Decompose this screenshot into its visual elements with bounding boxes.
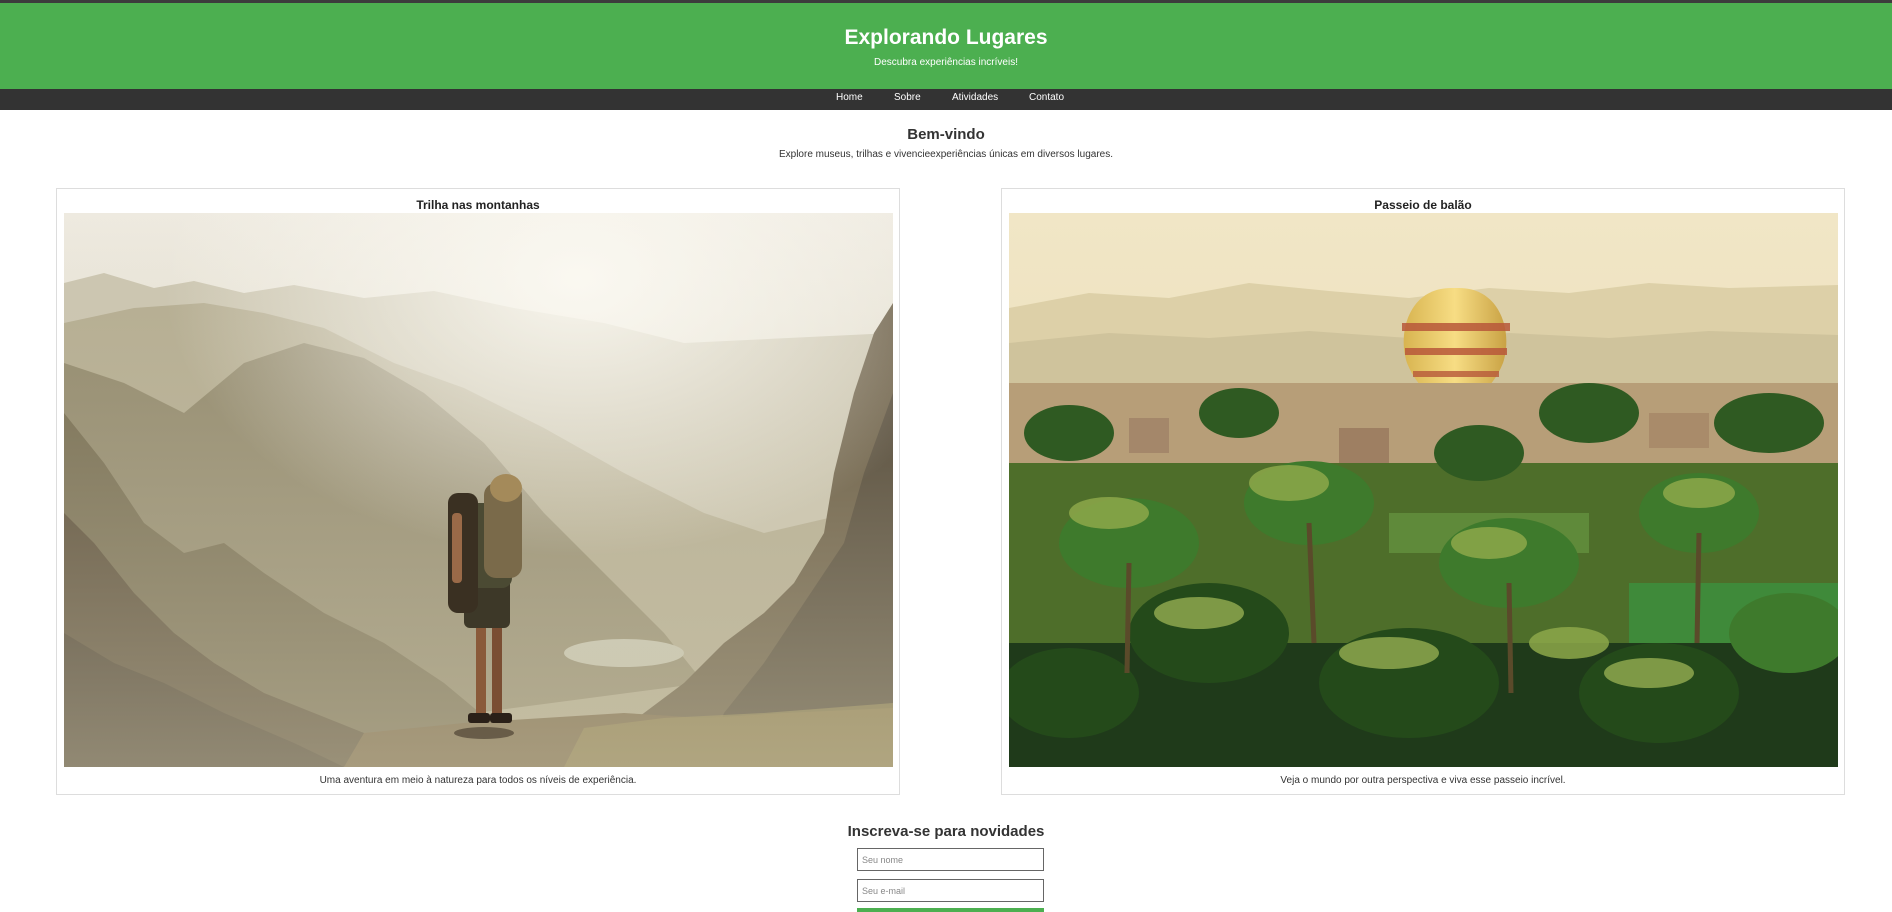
card-description: Veja o mundo por outra perspectiva e viv… (1280, 775, 1566, 786)
main-nav: Home Sobre Atividades Contato (0, 89, 1892, 110)
welcome-text: Explore museus, trilhas e vivencieexperi… (778, 149, 1114, 160)
site-subtitle: Descubra experiências incríveis! (874, 57, 1018, 68)
activity-card-trilha: Trilha nas montanhas Uma aventura em mei… (56, 188, 900, 795)
nav-link-contato[interactable]: Contato (1029, 91, 1064, 105)
subscribe-button[interactable] (857, 908, 1044, 912)
welcome-title: Bem-vindo (907, 126, 985, 143)
nav-link-home[interactable]: Home (836, 91, 863, 105)
name-input[interactable] (857, 848, 1044, 871)
nav-link-sobre[interactable]: Sobre (894, 91, 921, 105)
hiker-in-mountains-photo (64, 213, 893, 767)
card-title: Trilha nas montanhas (416, 198, 540, 212)
card-title: Passeio de balão (1374, 198, 1472, 212)
site-header: Explorando Lugares Descubra experiências… (0, 3, 1892, 89)
site-title: Explorando Lugares (844, 26, 1048, 49)
card-description: Uma aventura em meio à natureza para tod… (319, 775, 637, 786)
newsletter-title: Inscreva-se para novidades (847, 823, 1045, 840)
email-input[interactable] (857, 879, 1044, 902)
hot-air-balloon-over-palms-photo (1009, 213, 1838, 767)
activity-card-balao: Passeio de balão Veja o mundo por outra … (1001, 188, 1845, 795)
nav-link-atividades[interactable]: Atividades (952, 91, 998, 105)
